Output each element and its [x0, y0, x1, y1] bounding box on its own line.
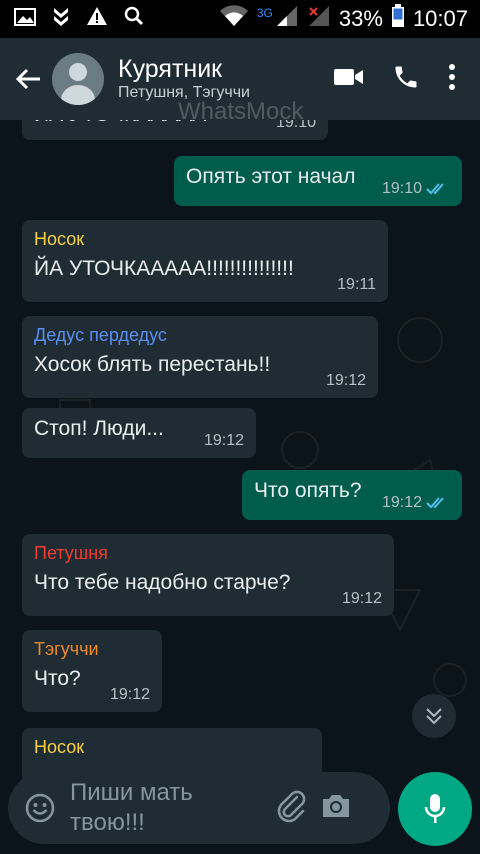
network-type: 3G	[256, 6, 273, 20]
message-time: 19:12	[109, 686, 150, 703]
wifi-icon	[219, 5, 249, 33]
camera-icon	[323, 794, 349, 817]
message-time: 19:12	[341, 590, 382, 607]
message-text: ЙА УТОЧКААААА!!!!!!!!!!!!!!!	[34, 257, 294, 280]
watermark: WhatsMock	[178, 98, 304, 125]
voice-message-button[interactable]	[398, 772, 472, 846]
group-avatar[interactable]	[52, 53, 104, 105]
chat-title: Курятник	[118, 55, 223, 83]
message-text: Что тебе надобно старче?	[34, 571, 291, 594]
more-vertical-icon	[449, 63, 455, 90]
video-camera-icon	[334, 68, 363, 85]
chat-title-box[interactable]: Курятник Петушня, Тэгуччи	[118, 55, 250, 103]
signal-icon	[275, 5, 299, 33]
arrow-left-icon	[15, 68, 40, 90]
message-time: 19:10	[381, 180, 422, 197]
message-bubble-outgoing[interactable]: Опять этот начал 19:10	[174, 156, 462, 206]
status-bar: 3G 33% 10:07	[0, 0, 480, 38]
emoji-button[interactable]	[22, 790, 58, 826]
battery-percent: 33%	[338, 6, 383, 31]
double-chevron-down-icon	[426, 708, 442, 725]
message-bubble-outgoing[interactable]: Что опять? 19:12	[242, 470, 462, 520]
message-bubble[interactable]: Тэгуччи Что? 19:12	[22, 630, 162, 712]
phone-icon	[395, 66, 417, 87]
message-bubble[interactable]: Дедус пердедус Хосок блять перестань!! 1…	[22, 316, 378, 398]
message-bubble[interactable]: Петушня Что тебе надобно старче? 19:12	[22, 534, 394, 616]
more-options-button[interactable]	[448, 63, 456, 95]
emoji-icon	[25, 793, 55, 823]
attach-button[interactable]	[276, 789, 306, 828]
message-bubble[interactable]: Стоп! Люди... 19:12	[22, 408, 256, 458]
message-input[interactable]: Пиши мать твою!!!	[70, 778, 260, 838]
warning-icon	[86, 6, 108, 32]
camera-button[interactable]	[320, 792, 352, 825]
download-chevron-icon	[52, 6, 70, 32]
message-time: 19:12	[203, 432, 244, 449]
double-check-icon	[426, 497, 444, 509]
message-time: 19:11	[337, 276, 376, 293]
clock: 10:07	[412, 6, 468, 31]
sender-name: Дедус пердедус	[34, 325, 167, 345]
voice-call-button[interactable]	[392, 63, 420, 96]
sender-name: Носок	[34, 737, 85, 757]
message-time: 19:12	[325, 372, 366, 389]
microphone-icon	[424, 794, 446, 823]
message-bubble[interactable]: Носок ЙА УТОЧКААААА!!!!!!!!!!!!!!! 19:11	[22, 220, 388, 302]
message-time: 19:12	[381, 494, 422, 511]
double-check-icon	[426, 183, 444, 195]
search-icon	[124, 6, 144, 32]
sender-name: Носок	[34, 229, 85, 249]
sender-name: Тэгуччи	[34, 639, 99, 659]
chat-area[interactable]: ЙА УТОЧКААААА 19:10 Опять этот начал 19:…	[0, 120, 480, 854]
gallery-icon	[14, 6, 36, 32]
message-input-bar: Пиши мать твою!!!	[8, 772, 390, 844]
back-button[interactable]	[8, 59, 48, 99]
scroll-to-bottom-button[interactable]	[412, 694, 456, 738]
paperclip-icon	[277, 790, 306, 822]
battery-icon	[391, 4, 405, 34]
no-signal-icon	[307, 5, 331, 33]
video-call-button[interactable]	[334, 67, 364, 92]
message-text: Хосок блять перестань!!	[34, 353, 271, 376]
sender-name: Петушня	[34, 543, 108, 563]
